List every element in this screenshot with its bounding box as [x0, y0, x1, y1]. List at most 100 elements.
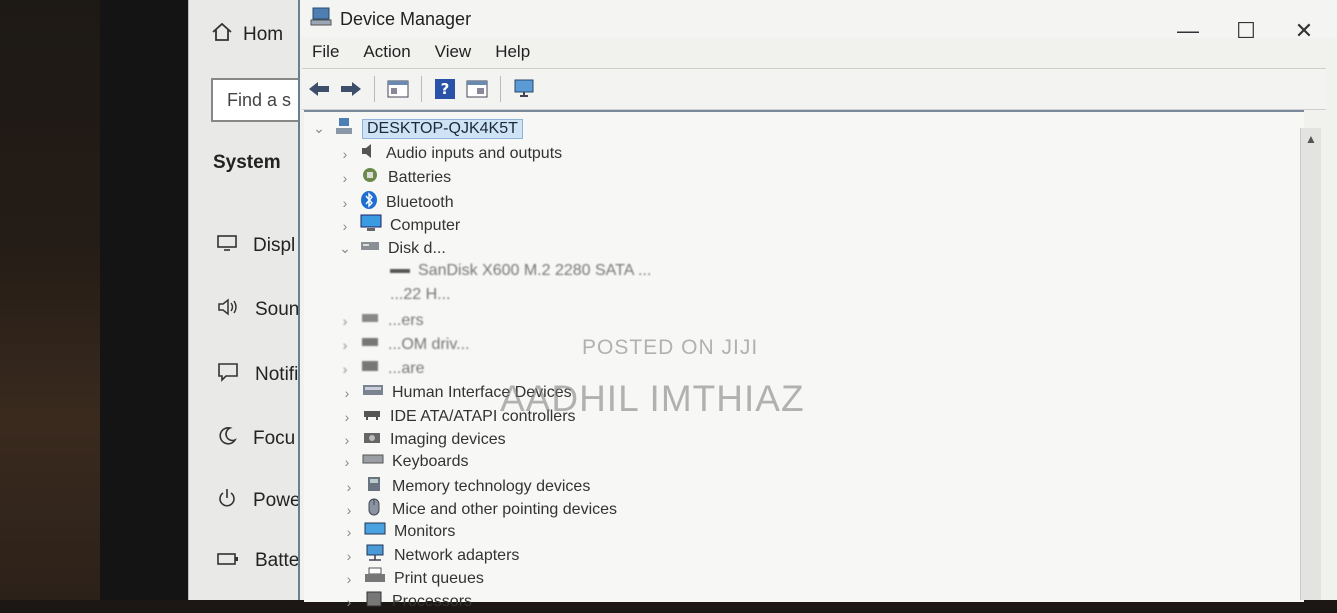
close-button[interactable]: ✕ [1293, 18, 1315, 43]
speaker-icon [360, 142, 378, 165]
settings-window: Hom Find a s System Displ Soun Notifi Fo… [188, 0, 309, 600]
settings-item-label: Notifi [255, 364, 299, 385]
sound-icon [217, 298, 239, 322]
chevron-right-icon[interactable]: › [340, 385, 354, 401]
tree-child-drive-2[interactable]: ...22 H... [390, 286, 450, 304]
background-desk [0, 0, 110, 600]
tree-child-drive-1[interactable]: SanDisk X600 M.2 2280 SATA ... [390, 262, 651, 280]
tree-item-memory[interactable]: › Memory technology devices [342, 475, 590, 498]
chevron-down-icon[interactable]: ⌄ [312, 120, 326, 137]
printer-icon [364, 567, 386, 590]
hid-icon [362, 382, 384, 403]
chevron-down-icon[interactable]: ⌄ [338, 240, 352, 257]
tree-item-label: Processors [392, 592, 473, 610]
tree-item-print-queues[interactable]: › Print queues [342, 567, 484, 590]
tree-item-dvd[interactable]: › ...OM driv... [338, 334, 470, 355]
settings-item-label: Displ [253, 235, 296, 256]
camera-icon [362, 429, 382, 450]
tree-item-label: ...ers [388, 311, 424, 329]
chevron-right-icon[interactable]: › [342, 594, 356, 610]
tree-item-disk-drives[interactable]: ⌄ Disk d... [338, 238, 446, 259]
chevron-right-icon[interactable]: › [342, 502, 356, 518]
window-title: Device Manager [340, 8, 472, 29]
maximize-button[interactable]: ☐ [1235, 18, 1257, 43]
properties-icon[interactable] [385, 76, 411, 102]
watermark-line-1: POSTED ON JIJI [582, 336, 759, 359]
back-arrow-icon[interactable] [306, 76, 332, 102]
mouse-icon [364, 498, 384, 521]
chevron-right-icon[interactable]: › [338, 195, 352, 211]
tree-item-adapters[interactable]: › ...ers [338, 310, 424, 331]
tree-item-processors[interactable]: › Processors [342, 590, 472, 613]
monitor-icon [364, 521, 386, 542]
chevron-right-icon[interactable]: › [338, 146, 352, 162]
settings-item-notifications[interactable]: Notifi [217, 362, 298, 388]
chevron-right-icon[interactable]: › [338, 361, 352, 377]
settings-search-placeholder: Find a s [227, 90, 292, 110]
chevron-right-icon[interactable]: › [340, 454, 354, 470]
tree-item-label: Audio inputs and outputs [386, 144, 563, 162]
tree-item-label: Bluetooth [386, 193, 454, 211]
chevron-right-icon[interactable]: › [338, 218, 352, 234]
menu-file[interactable]: File [312, 42, 339, 62]
settings-item-display[interactable]: Displ [217, 234, 295, 258]
menu-bar: File Action View Help [312, 42, 530, 62]
dvd-icon [360, 334, 380, 355]
chevron-right-icon[interactable]: › [342, 524, 356, 540]
settings-item-label: Focu [253, 428, 296, 449]
tree-item-mice[interactable]: › Mice and other pointing devices [342, 498, 617, 521]
settings-item-label: Soun [255, 299, 300, 320]
help-icon[interactable]: ? [432, 76, 458, 102]
update-driver-icon[interactable] [464, 76, 490, 102]
chevron-right-icon[interactable]: › [338, 170, 352, 186]
tree-item-batteries[interactable]: › Batteries [338, 166, 451, 189]
network-icon [364, 544, 386, 567]
svg-text:?: ? [441, 80, 450, 98]
toolbar-separator [421, 76, 422, 102]
settings-item-label: Batte [255, 550, 300, 571]
chevron-right-icon[interactable]: › [338, 337, 352, 353]
menu-view[interactable]: View [435, 42, 472, 62]
forward-arrow-icon[interactable] [338, 76, 364, 102]
power-icon [217, 488, 237, 514]
scan-hardware-icon[interactable] [511, 76, 537, 102]
notification-icon [217, 362, 239, 388]
bluetooth-icon [360, 190, 378, 215]
menu-help[interactable]: Help [495, 42, 530, 62]
device-manager-window: Device Manager — ☐ ✕ File Action View He… [298, 0, 1337, 610]
tree-item-audio[interactable]: › Audio inputs and outputs [338, 142, 562, 165]
scroll-up-icon[interactable]: ▲ [1301, 128, 1321, 146]
minimize-button[interactable]: — [1177, 18, 1199, 43]
tree-item-label: Memory technology devices [392, 477, 591, 495]
settings-item-power[interactable]: Powe [217, 488, 301, 514]
display-icon [217, 234, 237, 258]
chevron-right-icon[interactable]: › [338, 313, 352, 329]
tree-item-label: Computer [390, 216, 461, 234]
menu-action[interactable]: Action [363, 42, 410, 62]
tree-item-monitors[interactable]: › Monitors [342, 521, 455, 542]
settings-home-link[interactable]: Hom [211, 22, 283, 48]
chevron-right-icon[interactable]: › [340, 432, 354, 448]
tree-root[interactable]: ⌄ DESKTOP-QJK4K5T [312, 116, 523, 141]
keyboard-icon [362, 452, 384, 471]
tree-item-keyboards[interactable]: › Keyboards [340, 452, 469, 471]
vertical-scrollbar[interactable]: ▲ [1300, 128, 1321, 600]
tree-item-label: Monitors [394, 522, 456, 540]
tree-item-network[interactable]: › Network adapters [342, 544, 519, 567]
tree-item-label: SanDisk X600 M.2 2280 SATA ... [418, 262, 652, 279]
chevron-right-icon[interactable]: › [340, 409, 354, 425]
tree-item-imaging[interactable]: › Imaging devices [340, 429, 506, 450]
settings-home-label: Hom [243, 24, 284, 45]
settings-item-label: Powe [253, 490, 301, 511]
chevron-right-icon[interactable]: › [342, 548, 356, 564]
chevron-right-icon[interactable]: › [342, 479, 356, 495]
toolbar-separator [500, 76, 501, 102]
tree-item-computer[interactable]: › Computer [338, 214, 460, 237]
tree-item-bluetooth[interactable]: › Bluetooth [338, 190, 454, 215]
settings-item-sound[interactable]: Soun [217, 298, 299, 322]
settings-item-focus[interactable]: Focu [217, 426, 295, 452]
settings-search-input[interactable]: Find a s [211, 78, 309, 122]
chevron-right-icon[interactable]: › [342, 571, 356, 587]
settings-item-battery[interactable]: Batte [217, 550, 299, 572]
tree-item-firmware[interactable]: › ...are [338, 358, 425, 379]
